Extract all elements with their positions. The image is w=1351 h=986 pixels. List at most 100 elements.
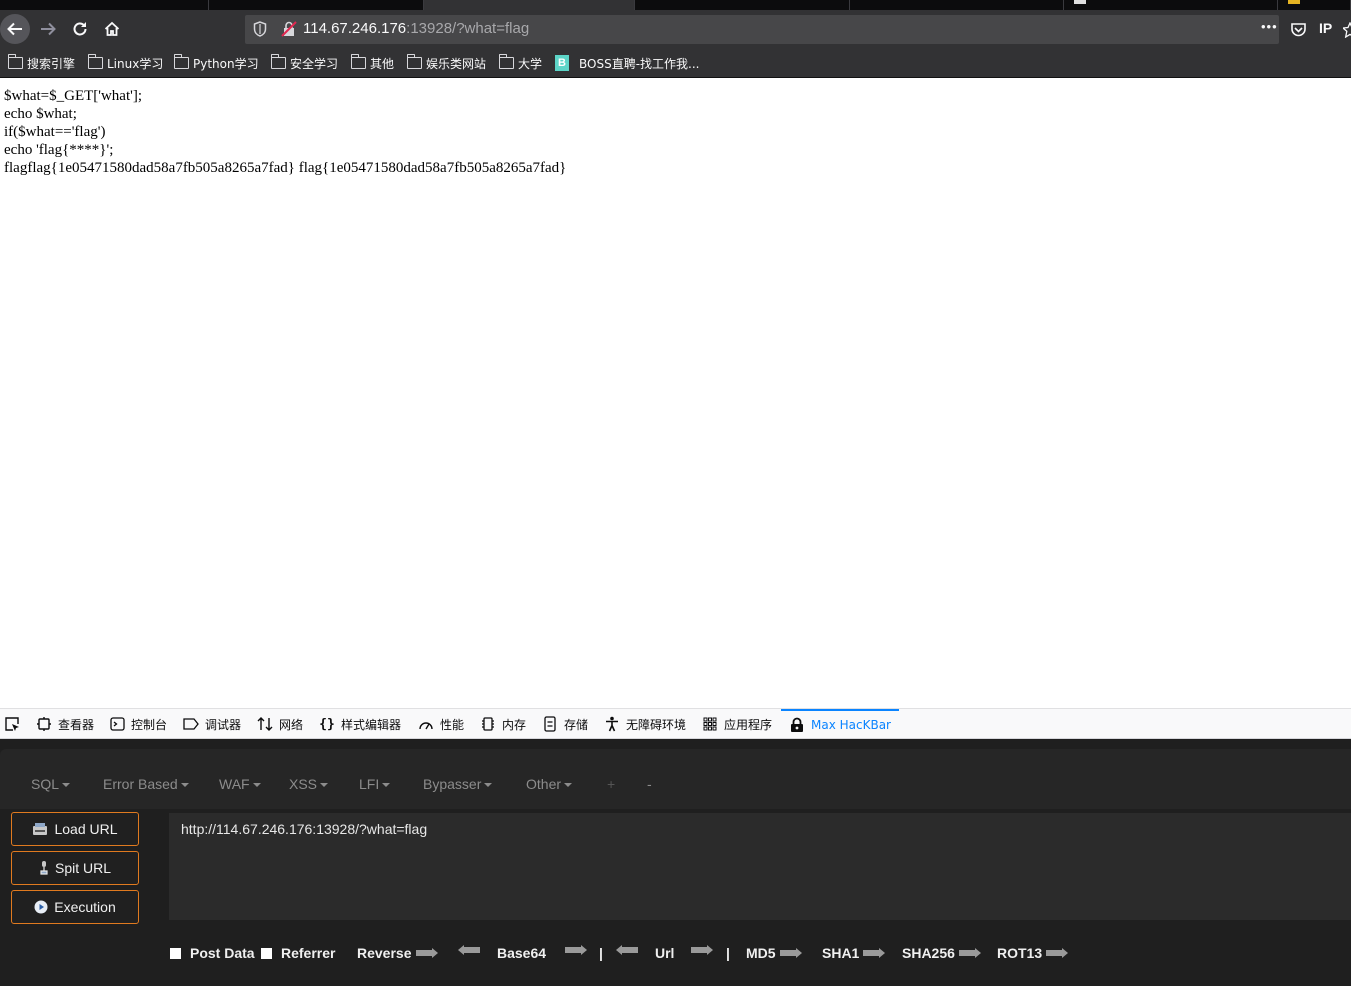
- post-data-checkbox[interactable]: [170, 947, 181, 959]
- tab-debugger[interactable]: 调试器: [183, 709, 241, 739]
- memory-icon: [480, 716, 496, 732]
- rot13-button[interactable]: ROT13: [997, 945, 1069, 961]
- ip-extension-icon[interactable]: IP: [1319, 20, 1332, 36]
- tab-console[interactable]: 控制台: [109, 709, 167, 739]
- sha1-label: SHA1: [822, 945, 860, 961]
- tab-label: 无障碍环境: [626, 717, 687, 732]
- tab-application[interactable]: 应用程序: [702, 709, 772, 739]
- navigation-bar: 114.67.246.176:13928/?what=flag ••• IP: [0, 10, 1351, 48]
- load-url-label: Load URL: [54, 821, 118, 837]
- bookmark-folder[interactable]: 大学: [498, 54, 542, 72]
- address-bar[interactable]: 114.67.246.176:13928/?what=flag: [245, 15, 1279, 44]
- caret-down-icon: [252, 783, 261, 788]
- menu-lfi[interactable]: LFI: [359, 776, 391, 792]
- url-textarea[interactable]: http://114.67.246.176:13928/?what=flag: [169, 813, 1351, 920]
- browser-tab-active[interactable]: [424, 0, 635, 10]
- url-encode-button[interactable]: [687, 945, 713, 955]
- url-text[interactable]: 114.67.246.176:13928/?what=flag: [303, 20, 529, 37]
- split-url-button[interactable]: Spit URL: [11, 851, 139, 885]
- performance-icon: [418, 716, 434, 732]
- reload-button[interactable]: [65, 14, 95, 44]
- menu-bypasser[interactable]: Bypasser: [423, 776, 493, 792]
- menu-other[interactable]: Other: [526, 776, 573, 792]
- tab-memory[interactable]: 内存: [480, 709, 526, 739]
- forward-button[interactable]: [33, 14, 63, 44]
- devtools-toolbar: 查看器 控制台 调试器 网络 {} 样式编辑器 性能 内存 存储 无障碍环境 应用…: [0, 708, 1351, 739]
- remove-panel-button[interactable]: -: [647, 776, 652, 792]
- tab-performance[interactable]: 性能: [418, 709, 464, 739]
- load-url-icon: [32, 822, 48, 836]
- application-icon: [702, 716, 718, 732]
- tab-inspector[interactable]: 查看器: [36, 709, 94, 739]
- browser-tab[interactable]: [209, 0, 424, 10]
- md5-button[interactable]: MD5: [746, 945, 802, 961]
- browser-tab[interactable]: [1278, 0, 1351, 10]
- tab-storage[interactable]: 存储: [542, 709, 588, 739]
- bookmark-folder[interactable]: 搜索引擎: [7, 54, 76, 72]
- bookmark-star-icon[interactable]: [1343, 22, 1351, 38]
- add-panel-button[interactable]: +: [607, 776, 615, 792]
- bookmark-folder[interactable]: 其他: [350, 54, 394, 72]
- element-picker-button[interactable]: [4, 709, 20, 739]
- sha256-button[interactable]: SHA256: [902, 945, 981, 961]
- insecure-lock-icon[interactable]: [281, 21, 297, 37]
- sha1-button[interactable]: SHA1: [822, 945, 886, 961]
- menu-label: LFI: [359, 776, 380, 792]
- browser-tab[interactable]: [850, 0, 1064, 10]
- bookmark-label: Linux学习: [107, 56, 164, 71]
- arrow-left-icon: [616, 945, 638, 955]
- browser-tab[interactable]: [0, 0, 209, 10]
- referrer-checkbox[interactable]: [261, 947, 272, 959]
- tab-accessibility[interactable]: 无障碍环境: [604, 709, 686, 739]
- menu-label: XSS: [289, 776, 318, 792]
- base64-decode-button[interactable]: [458, 945, 480, 955]
- hackbar-panel: SQL Error Based WAF XSS LFI Bypasser Oth…: [0, 739, 1351, 986]
- reverse-button[interactable]: Reverse: [357, 945, 438, 961]
- menu-error-based[interactable]: Error Based: [103, 776, 189, 792]
- pocket-icon[interactable]: [1290, 22, 1307, 38]
- base64-encode-button[interactable]: [561, 945, 587, 955]
- bookmark-folder[interactable]: 娱乐类网站: [406, 54, 486, 72]
- page-actions-menu-icon[interactable]: •••: [1261, 19, 1278, 34]
- arrow-right-icon: [958, 948, 981, 958]
- post-data-label: Post Data: [190, 945, 255, 961]
- home-button[interactable]: [97, 14, 127, 44]
- rot13-label: ROT13: [997, 945, 1043, 961]
- code-line: echo $what;: [4, 106, 77, 122]
- bookmark-folder[interactable]: Python学习: [173, 54, 259, 72]
- bookmark-folder[interactable]: Linux学习: [87, 54, 164, 72]
- console-icon: [109, 716, 125, 732]
- load-url-button[interactable]: Load URL: [11, 812, 139, 846]
- browser-tab[interactable]: [635, 0, 850, 10]
- url-decode-button[interactable]: [616, 945, 638, 955]
- tab-label: 查看器: [58, 717, 95, 732]
- post-data-option[interactable]: Post Data: [170, 945, 255, 961]
- arrow-right-icon: [691, 945, 713, 955]
- folder-icon: [7, 54, 23, 69]
- menu-label: WAF: [219, 776, 250, 792]
- referrer-option[interactable]: Referrer: [261, 945, 335, 961]
- browser-tab[interactable]: [1064, 0, 1278, 10]
- tracking-shield-icon[interactable]: [253, 21, 267, 37]
- tab-max-hackbar[interactable]: Max HacKBar: [781, 709, 899, 739]
- back-button[interactable]: [0, 14, 30, 44]
- menu-sql[interactable]: SQL: [31, 776, 71, 792]
- tab-style-editor[interactable]: {} 样式编辑器: [319, 709, 401, 739]
- tab-label: 网络: [279, 717, 304, 732]
- bookmark-folder[interactable]: 安全学习: [270, 54, 338, 72]
- hackbar-menu: SQL Error Based WAF XSS LFI Bypasser Oth…: [0, 749, 1351, 809]
- arrow-left-icon: [458, 945, 480, 955]
- tab-strip: [0, 0, 1351, 10]
- menu-waf[interactable]: WAF: [219, 776, 261, 792]
- execution-label: Execution: [54, 899, 116, 915]
- menu-xss[interactable]: XSS: [289, 776, 329, 792]
- bookmark-label: Python学习: [193, 56, 259, 71]
- execution-button[interactable]: Execution: [11, 890, 139, 924]
- arrow-right-icon: [779, 948, 802, 958]
- back-arrow-icon: [7, 22, 22, 36]
- bookmark-link[interactable]: B BOSS直聘-找工作我...: [555, 54, 699, 72]
- reload-icon: [73, 22, 87, 36]
- tab-network[interactable]: 网络: [257, 709, 303, 739]
- folder-icon: [406, 54, 422, 69]
- bookmark-label: 搜索引擎: [27, 56, 76, 71]
